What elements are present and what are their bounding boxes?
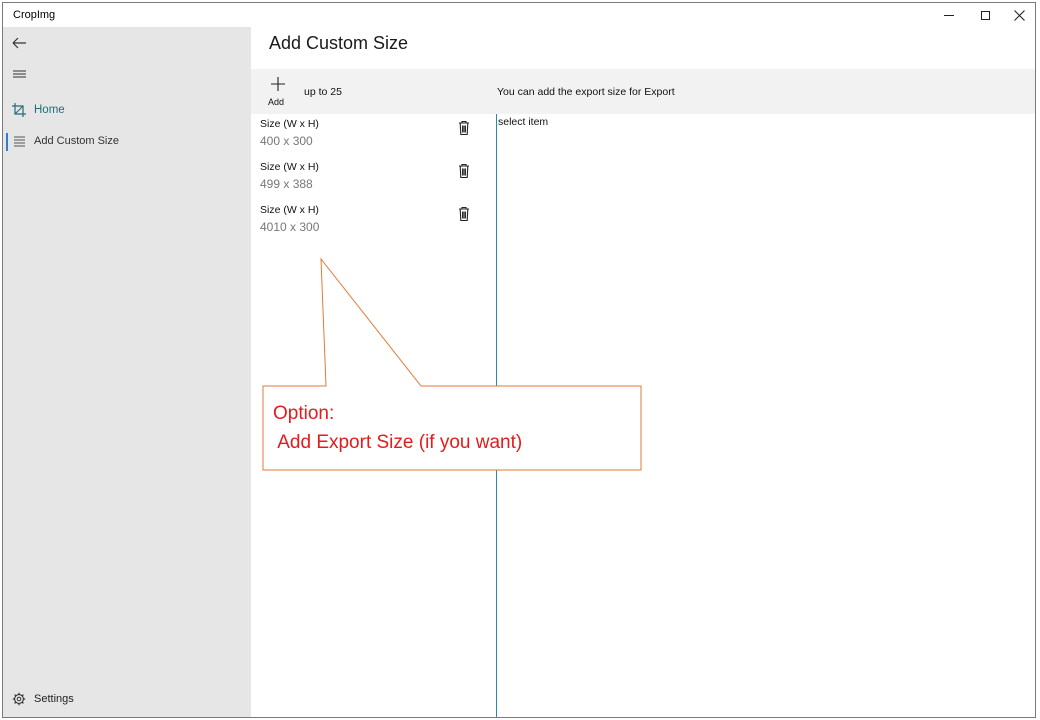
size-value: 4010 x 300 — [260, 220, 320, 234]
page-title: Add Custom Size — [269, 33, 409, 53]
size-caption: Size (W x H) — [260, 118, 319, 130]
maximize-button[interactable] — [967, 3, 1003, 27]
app-title: CropImg — [13, 9, 56, 21]
nav-item-settings[interactable]: Settings — [3, 686, 251, 714]
trash-icon[interactable] — [457, 120, 471, 136]
size-value: 499 x 388 — [260, 177, 313, 191]
annotation-text: Option: Add Export Size (if you want) — [273, 399, 522, 457]
add-button[interactable]: Add — [263, 75, 293, 109]
command-bar: Add up to 25 You can add the export size… — [251, 69, 1035, 114]
add-button-label: Add — [268, 97, 285, 107]
minimize-button[interactable] — [931, 3, 967, 27]
title-bar: CropImg — [3, 3, 1035, 27]
maximize-icon — [980, 10, 990, 20]
limit-text: up to 25 — [304, 86, 342, 98]
hamburger-icon — [13, 70, 26, 78]
size-value: 400 x 300 — [260, 134, 313, 148]
trash-icon[interactable] — [457, 206, 471, 222]
nav-item-label: Add Custom Size — [34, 135, 119, 147]
selected-indicator — [6, 133, 8, 151]
size-caption: Size (W x H) — [260, 161, 319, 173]
size-caption: Size (W x H) — [260, 204, 319, 216]
back-button[interactable] — [9, 33, 31, 53]
nav-item-label: Home — [34, 104, 65, 116]
app-window: CropImg Home Add Custom Size Settings Ad… — [2, 2, 1036, 718]
size-list: Size (W x H) 400 x 300 Size (W x H) 499 … — [251, 114, 496, 243]
crop-icon — [12, 103, 26, 117]
nav-item-home[interactable]: Home — [3, 97, 251, 125]
back-arrow-icon — [12, 37, 26, 49]
list-item[interactable]: Size (W x H) 499 x 388 — [251, 157, 496, 200]
info-text: You can add the export size for Export — [497, 86, 675, 98]
annotation-line-1: Option: — [273, 403, 335, 424]
gear-icon — [12, 692, 26, 706]
trash-icon[interactable] — [457, 163, 471, 179]
annotation-line-2: Add Export Size (if you want) — [273, 432, 523, 453]
plus-icon — [271, 77, 285, 91]
list-icon — [14, 136, 25, 147]
list-item[interactable]: Size (W x H) 400 x 300 — [251, 114, 496, 157]
nav-item-label: Settings — [34, 693, 74, 705]
nav-item-add-custom-size[interactable]: Add Custom Size — [3, 128, 251, 156]
minimize-icon — [944, 14, 954, 16]
list-item[interactable]: Size (W x H) 4010 x 300 — [251, 200, 496, 243]
navigation-pane: Home Add Custom Size Settings — [3, 27, 251, 717]
close-button[interactable] — [1001, 3, 1035, 27]
close-icon — [1013, 9, 1025, 21]
hamburger-menu-button[interactable] — [9, 65, 31, 85]
detail-placeholder: select item — [498, 116, 549, 128]
